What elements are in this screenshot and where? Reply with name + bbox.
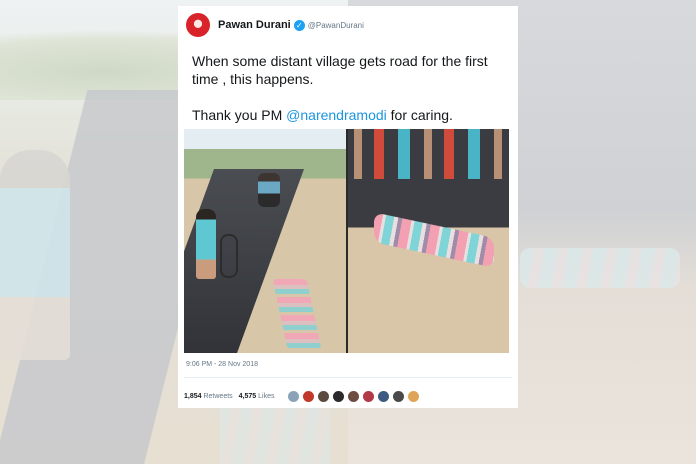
background-sandals: [520, 248, 680, 288]
liker-avatar[interactable]: [301, 389, 315, 403]
likes-stat[interactable]: 4,575 Likes: [239, 393, 275, 400]
liker-avatar[interactable]: [316, 389, 330, 403]
tweet-text: When some distant village gets road for …: [192, 52, 512, 124]
liker-avatar[interactable]: [361, 389, 375, 403]
retweets-count: 1,854: [184, 392, 202, 400]
photo-bicycle: [220, 234, 238, 278]
tweet-stats: 1,854 Retweets 4,575 Likes: [184, 388, 422, 404]
verified-badge-icon: ✓: [293, 19, 305, 31]
background-child: [0, 150, 70, 360]
tweet-timestamp[interactable]: 9:06 PM - 28 Nov 2018: [186, 361, 258, 368]
tweet-card: Pawan Durani ✓ @PawanDurani When some di…: [178, 6, 518, 408]
photo-girl: [196, 209, 216, 279]
liker-avatar[interactable]: [331, 389, 345, 403]
photo-village-road[interactable]: [184, 129, 346, 353]
tweet-text-line1: When some distant village gets road for …: [192, 53, 488, 87]
avatar[interactable]: [186, 13, 210, 37]
liker-avatars: [286, 389, 422, 403]
photo-sandals-row: [272, 279, 322, 349]
author-handle[interactable]: @PawanDurani: [308, 21, 364, 30]
liker-avatar[interactable]: [346, 389, 360, 403]
photo-rider: [258, 173, 280, 207]
photo-children-legs: [354, 129, 504, 179]
divider: [184, 377, 512, 378]
tweet-text-line2: Thank you PM @narendramodi for caring.: [192, 106, 512, 124]
tweet-text-suffix: for caring.: [386, 107, 453, 123]
liker-avatar[interactable]: [286, 389, 300, 403]
liker-avatar[interactable]: [406, 389, 420, 403]
background-sandals-strip: [220, 400, 330, 464]
mention-link[interactable]: @narendramodi: [286, 107, 387, 123]
likes-count: 4,575: [238, 392, 257, 400]
liker-avatar[interactable]: [376, 389, 390, 403]
tweet-media[interactable]: [184, 129, 509, 353]
author-name[interactable]: Pawan Durani: [218, 19, 291, 31]
likes-label: Likes: [258, 392, 275, 400]
tweet-text-prefix: Thank you PM: [192, 107, 287, 123]
retweets-label: Retweets: [203, 392, 233, 400]
tweet-header: Pawan Durani ✓ @PawanDurani: [186, 13, 512, 37]
liker-avatar[interactable]: [391, 389, 405, 403]
retweets-stat[interactable]: 1,854 Retweets: [184, 393, 233, 400]
